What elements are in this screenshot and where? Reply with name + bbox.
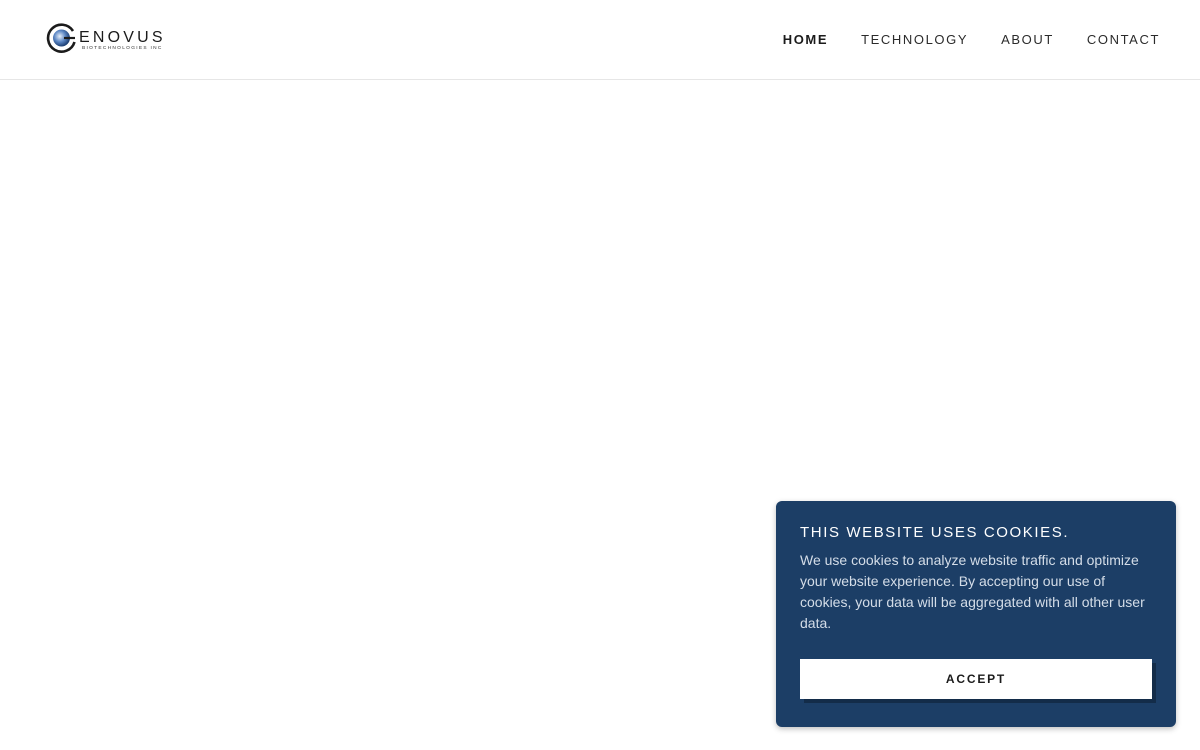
main-nav: HOME TECHNOLOGY ABOUT CONTACT [750,32,1160,47]
accept-button-wrap: ACCEPT [800,659,1156,703]
cookie-title: THIS WEBSITE USES COOKIES. [800,524,1070,541]
nav-about[interactable]: ABOUT [1001,32,1054,47]
nav-technology[interactable]: TECHNOLOGY [861,32,968,47]
nav-contact[interactable]: CONTACT [1087,32,1160,47]
brand-name: ENOVUS [79,29,166,46]
site-header: ENOVUS BIOTECHNOLOGIES INC HOME TECHNOLO… [0,0,1200,80]
brand-tagline: BIOTECHNOLOGIES INC [82,46,163,51]
genovus-g-icon [46,23,76,53]
nav-home[interactable]: HOME [783,32,828,47]
genovus-logo[interactable]: ENOVUS BIOTECHNOLOGIES INC [46,22,186,56]
cookie-message: We use cookies to analyze website traffi… [800,552,1145,631]
cookie-banner: THIS WEBSITE USES COOKIES. We use cookie… [776,501,1176,727]
accept-cookies-button[interactable]: ACCEPT [800,659,1152,699]
